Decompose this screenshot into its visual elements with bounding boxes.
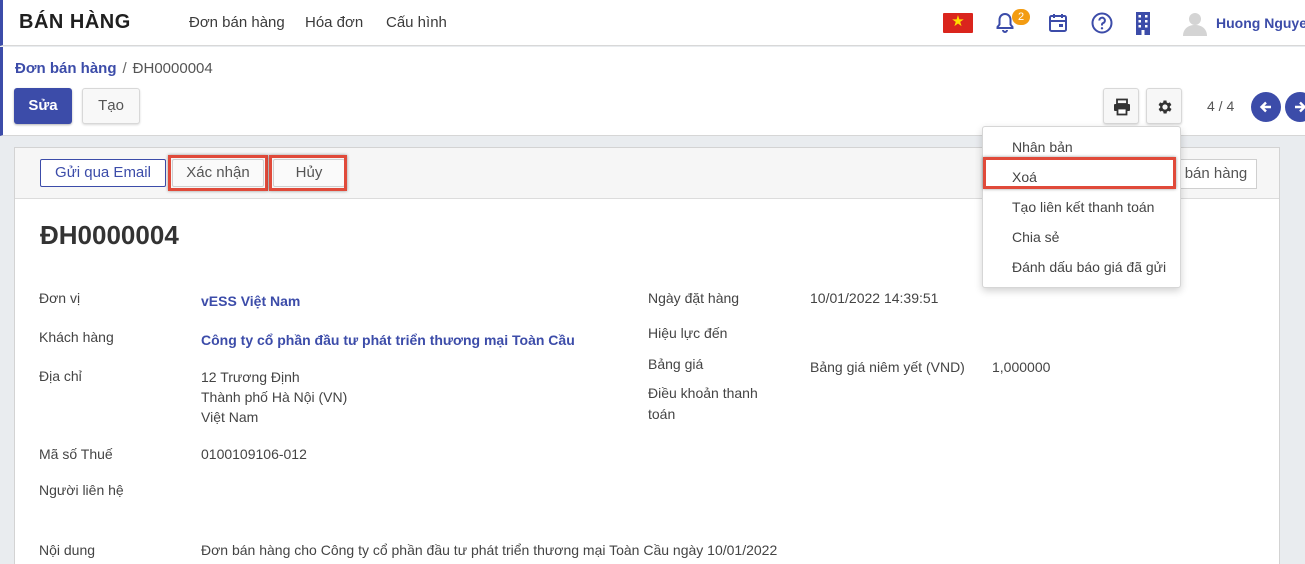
menu-item-payment-link[interactable]: Tạo liên kết thanh toán bbox=[1012, 199, 1154, 215]
cancel-highlight-box bbox=[269, 155, 347, 191]
company-building-icon[interactable] bbox=[1131, 11, 1155, 35]
action-gear-button[interactable] bbox=[1146, 88, 1182, 124]
unit-label: Đơn vị bbox=[39, 290, 81, 306]
user-name[interactable]: Huong Nguyen bbox=[1216, 15, 1305, 31]
pager-previous-button[interactable] bbox=[1251, 92, 1281, 122]
breadcrumb-separator: / bbox=[122, 60, 127, 77]
nav-item-orders[interactable]: Đơn bán hàng bbox=[189, 14, 285, 31]
address-line-1: 12 Trương Định bbox=[201, 369, 300, 385]
contact-label: Người liên hệ bbox=[39, 482, 124, 498]
validity-label: Hiệu lực đến bbox=[648, 325, 728, 341]
content-label: Nội dung bbox=[39, 542, 96, 558]
menu-item-duplicate[interactable]: Nhân bản bbox=[1012, 139, 1073, 155]
tax-code-label: Mã số Thuế bbox=[39, 446, 113, 462]
document-title: ĐH0000004 bbox=[40, 220, 179, 250]
pricelist-label: Bảng giá bbox=[648, 356, 704, 372]
menu-item-share[interactable]: Chia sẻ bbox=[1012, 229, 1059, 245]
nav-item-config[interactable]: Cấu hình bbox=[386, 14, 447, 31]
status-stage-sales-order[interactable]: bán hàng bbox=[1175, 159, 1257, 189]
print-icon bbox=[1114, 98, 1130, 116]
breadcrumb: Đơn bán hàng / ĐH0000004 bbox=[15, 60, 213, 77]
control-panel: Đơn bán hàng / ĐH0000004 Sửa Tạo 4 / 4 bbox=[0, 47, 1305, 136]
vietnam-flag-icon[interactable]: ★ bbox=[943, 13, 973, 33]
calendar-icon[interactable] bbox=[1046, 11, 1070, 35]
print-button[interactable] bbox=[1103, 88, 1139, 124]
app-title[interactable]: BÁN HÀNG bbox=[19, 11, 131, 34]
gear-icon bbox=[1158, 100, 1172, 114]
address-line-3: Việt Nam bbox=[201, 409, 259, 425]
action-dropdown-menu: Nhân bản Xoá Tạo liên kết thanh toán Chi… bbox=[982, 126, 1181, 288]
edit-button[interactable]: Sửa bbox=[14, 88, 72, 124]
delete-highlight-box bbox=[983, 157, 1176, 189]
content-value: Đơn bán hàng cho Công ty cổ phần đầu tư … bbox=[201, 542, 778, 558]
pricelist-rate: 1,000000 bbox=[992, 359, 1051, 375]
create-button[interactable]: Tạo bbox=[82, 88, 140, 124]
top-navbar: BÁN HÀNG Đơn bán hàng Hóa đơn Cấu hình ★… bbox=[0, 0, 1305, 46]
breadcrumb-parent-link[interactable]: Đơn bán hàng bbox=[15, 60, 117, 77]
pager-next-button[interactable] bbox=[1285, 92, 1305, 122]
notification-badge: 2 bbox=[1012, 9, 1030, 25]
payment-terms-label-line-1: Điều khoản thanh bbox=[648, 385, 758, 401]
order-date-label: Ngày đặt hàng bbox=[648, 290, 740, 306]
customer-value[interactable]: Công ty cổ phần đầu tư phát triển thương… bbox=[201, 332, 575, 348]
tax-code-value: 0100109106-012 bbox=[201, 446, 307, 462]
order-date-value: 10/01/2022 14:39:51 bbox=[810, 290, 939, 306]
send-email-button[interactable]: Gửi qua Email bbox=[40, 159, 166, 187]
help-icon[interactable] bbox=[1090, 11, 1114, 35]
unit-value[interactable]: vESS Việt Nam bbox=[201, 293, 300, 309]
pricelist-value: Bảng giá niêm yết (VND) bbox=[810, 359, 965, 375]
pager-value: 4 / 4 bbox=[1207, 98, 1235, 114]
arrow-right-icon bbox=[1295, 101, 1305, 113]
confirm-highlight-box bbox=[168, 155, 268, 191]
payment-terms-label-line-2: toán bbox=[648, 406, 676, 422]
menu-item-mark-sent[interactable]: Đánh dấu báo giá đã gửi bbox=[1012, 259, 1166, 275]
breadcrumb-current: ĐH0000004 bbox=[132, 60, 213, 77]
customer-label: Khách hàng bbox=[39, 329, 114, 345]
address-label: Địa chỉ bbox=[39, 368, 82, 384]
nav-item-invoices[interactable]: Hóa đơn bbox=[305, 14, 363, 31]
user-avatar[interactable] bbox=[1182, 10, 1208, 36]
address-line-2: Thành phố Hà Nội (VN) bbox=[201, 389, 348, 405]
arrow-left-icon bbox=[1259, 101, 1271, 113]
